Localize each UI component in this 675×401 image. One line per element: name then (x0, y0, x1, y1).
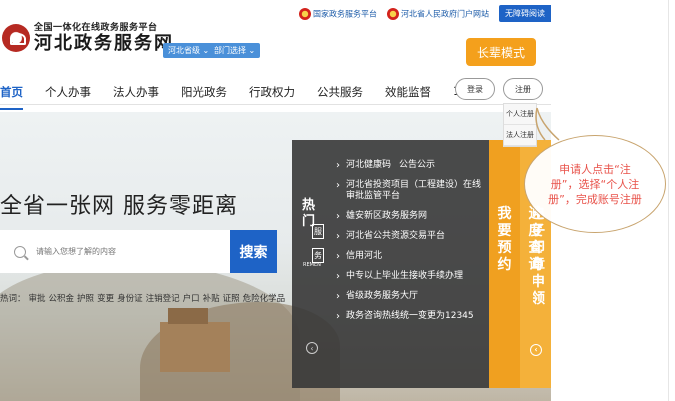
hero-slogan: 全省一张网 服务零距离 (0, 194, 238, 219)
list-item[interactable]: 河北省公共资源交易平台 (336, 231, 486, 242)
hot-word[interactable]: 护照 (77, 292, 94, 304)
logo-subtitle: 全国一体化在线政务服务平台 (34, 23, 158, 33)
nav-item-admin-power[interactable]: 行政权力 (249, 84, 295, 110)
list-item[interactable]: 政务咨询热线统一变更为12345 (336, 311, 486, 322)
hot-services-panel: 热 门 服 务 REMEN ‹ 河北健康码公告公示 河北省投资项目（工程建设）在… (292, 140, 489, 388)
great-wall-tower (160, 308, 230, 372)
search-button[interactable]: 搜索 (230, 230, 277, 273)
hebei-seal-icon (2, 23, 30, 52)
list-item[interactable]: 信用河北 (336, 251, 486, 262)
province-portal-link[interactable]: 河北省人民政府门户网站 (387, 7, 489, 20)
annotation-callout: 申请人点击“注册”，选择“个人注册”，完成账号注册 (521, 107, 667, 238)
hot-word[interactable]: 注销登记 (146, 292, 180, 304)
nav-item-home[interactable]: 首页 (0, 84, 23, 110)
hot-word[interactable]: 公积金 (49, 292, 75, 304)
national-emblem-icon (387, 7, 399, 20)
search-box (0, 230, 230, 273)
nav-item-supervision[interactable]: 效能监督 (385, 84, 431, 110)
list-item[interactable]: 河北健康码公告公示 (336, 160, 486, 171)
department-select[interactable]: 部门选择 ⌄ (209, 43, 261, 58)
hot-services-list: 河北健康码公告公示 河北省投资项目（工程建设）在线审批监管平台 雄安新区政务服务… (336, 160, 486, 331)
nav-item-public-service[interactable]: 公共服务 (317, 84, 363, 110)
divider (668, 0, 669, 401)
search-input[interactable] (36, 247, 216, 256)
hot-words: 热词： 审批 公积金 护照 变更 身份证 注销登记 户口 补贴 证照 危险化学品 (0, 292, 285, 304)
nav-item-corporate[interactable]: 法人办事 (113, 84, 159, 110)
panel-tag: 务 (312, 248, 324, 263)
senior-mode-button[interactable]: 长辈模式 (466, 38, 536, 66)
hot-word[interactable]: 变更 (97, 292, 114, 304)
appointment-column[interactable]: 我要预约 (489, 140, 520, 388)
hot-word[interactable]: 补贴 (203, 292, 220, 304)
chevron-left-icon[interactable]: ‹ (306, 342, 318, 354)
callout-text: 申请人点击“注册”，选择“个人注册”，完成账号注册 (548, 162, 642, 206)
panel-tag: 服 (312, 224, 324, 239)
list-item[interactable]: 中专以上毕业生接收手续办理 (336, 271, 486, 282)
list-item[interactable]: 公告公示 (399, 160, 435, 170)
hot-words-label: 热词： (0, 294, 26, 304)
logo-title: 河北政务服务网 (34, 33, 174, 54)
list-item[interactable]: 河北省投资项目（工程建设）在线审批监管平台 (336, 180, 486, 202)
national-emblem-icon (299, 7, 311, 20)
hot-word[interactable]: 户口 (183, 292, 200, 304)
browser-page: 国家政务服务平台 河北省人民政府门户网站 无障碍阅读 全国一体化在线政务服务平台… (0, 0, 551, 401)
nav-item-personal[interactable]: 个人办事 (45, 84, 91, 110)
top-utility-bar: 国家政务服务平台 河北省人民政府门户网站 无障碍阅读 (299, 5, 551, 22)
nav-divider (0, 104, 551, 105)
hot-word[interactable]: 身份证 (117, 292, 143, 304)
login-button[interactable]: 登录 (455, 78, 495, 100)
panel-title-en: REMEN (303, 262, 321, 268)
hot-word[interactable]: 危险化学品 (243, 292, 286, 304)
list-item[interactable]: 省级政务服务大厅 (336, 291, 486, 302)
list-item[interactable]: 雄安新区政务服务网 (336, 211, 486, 222)
region-select[interactable]: 河北省级 ⌄ (163, 43, 215, 58)
hot-word[interactable]: 审批 (29, 292, 46, 304)
hot-word[interactable]: 证照 (223, 292, 240, 304)
accessibility-button[interactable]: 无障碍阅读 (499, 5, 551, 22)
main-nav: 首页 个人办事 法人办事 阳光政务 行政权力 公共服务 效能监督 12345 (0, 84, 512, 110)
gov-platform-link[interactable]: 国家政务服务平台 (299, 7, 377, 20)
register-button[interactable]: 注册 (503, 78, 543, 100)
search-icon (14, 245, 26, 258)
nav-item-sunshine-gov[interactable]: 阳光政务 (181, 84, 227, 110)
site-logo[interactable]: 全国一体化在线政务服务平台 河北政务服务网 (2, 20, 174, 55)
callout-bubble: 申请人点击“注册”，选择“个人注册”，完成账号注册 (524, 135, 666, 233)
